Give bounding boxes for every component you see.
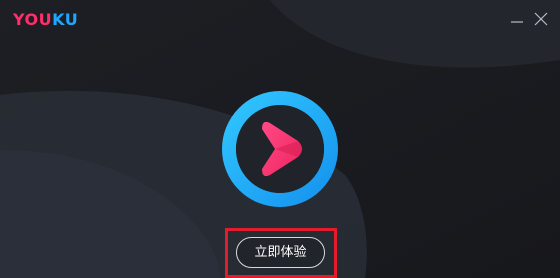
youku-play-logo-icon bbox=[222, 91, 338, 207]
logo-text-ku: KU bbox=[52, 10, 79, 29]
youku-logo: YOUKU bbox=[13, 11, 78, 29]
app-window: YOUKU 立即体验 bbox=[0, 0, 560, 278]
try-now-button[interactable]: 立即体验 bbox=[236, 237, 325, 268]
title-bar: YOUKU bbox=[0, 0, 560, 40]
logo-text-you: YOU bbox=[13, 10, 53, 29]
close-button[interactable] bbox=[530, 8, 552, 30]
minimize-button[interactable] bbox=[506, 8, 528, 30]
minimize-icon bbox=[511, 21, 523, 23]
close-icon bbox=[534, 12, 548, 26]
